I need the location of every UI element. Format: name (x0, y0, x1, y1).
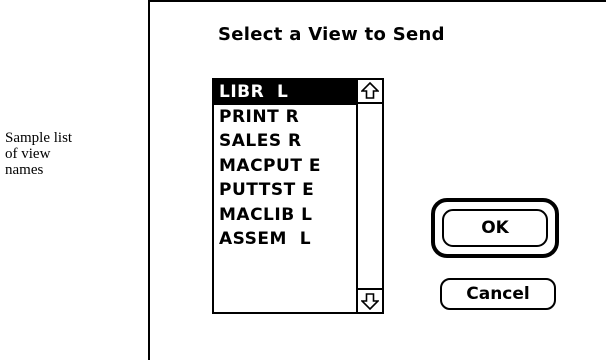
view-list-box[interactable]: LIBR L PRINT R SALES R MACPUT E PUTTST E… (212, 78, 384, 314)
scroll-down-button[interactable] (358, 288, 382, 312)
list-item[interactable]: MACLIB L (214, 203, 356, 228)
ok-button[interactable]: OK (442, 209, 548, 247)
vertical-scrollbar[interactable] (356, 80, 382, 312)
cancel-button[interactable]: Cancel (440, 278, 556, 310)
list-item[interactable]: PRINT R (214, 105, 356, 130)
dialog-title: Select a View to Send (218, 24, 445, 45)
arrow-down-icon (361, 293, 379, 310)
list-item[interactable]: PUTTST E (214, 178, 356, 203)
caption-sample-list: Sample list of view names (5, 130, 73, 178)
ok-button-default-ring: OK (431, 198, 559, 258)
arrow-up-icon (361, 82, 379, 99)
list-item[interactable]: MACPUT E (214, 154, 356, 179)
list-item[interactable]: LIBR L (214, 80, 356, 105)
view-list: LIBR L PRINT R SALES R MACPUT E PUTTST E… (214, 80, 356, 312)
list-item[interactable]: ASSEM L (214, 227, 356, 252)
list-item[interactable]: SALES R (214, 129, 356, 154)
scroll-up-button[interactable] (358, 80, 382, 104)
